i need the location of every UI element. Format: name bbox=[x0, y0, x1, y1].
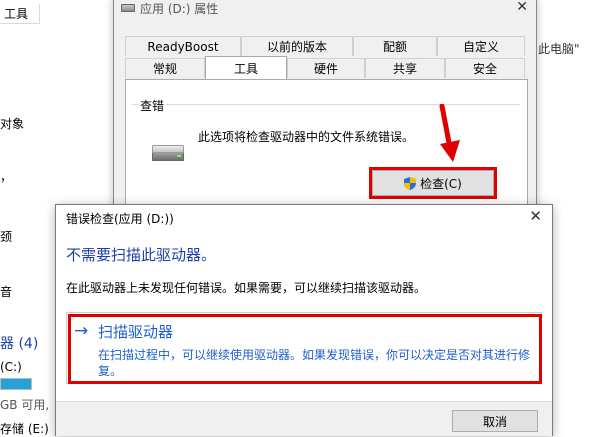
close-icon[interactable]: ✕ bbox=[529, 207, 542, 225]
tools-panel bbox=[125, 79, 528, 219]
cancel-button[interactable]: 取消 bbox=[452, 410, 538, 432]
group-label-error-checking: 查错 bbox=[138, 97, 167, 114]
nav-drives-header[interactable]: 器 (4) bbox=[0, 333, 38, 353]
dialog-message: 在此驱动器上未发现任何错误。如果需要，可以继续扫描该驱动器。 bbox=[66, 281, 427, 295]
dialog-title: 错误检查(应用 (D:)) bbox=[66, 212, 174, 226]
nav-drive-c-free: GB 可用, bbox=[0, 398, 50, 412]
dialog-heading: 不需要扫描此驱动器。 bbox=[66, 246, 217, 264]
hard-drive-icon bbox=[152, 145, 184, 161]
scan-drive-description: 在扫描过程中，可以继续使用驱动器。如果发现错误，你可以决定是否对其进行修复。 bbox=[98, 348, 531, 378]
scan-drive-title[interactable]: 扫描驱动器 bbox=[98, 321, 173, 342]
check-button-label: 检查(C) bbox=[420, 176, 462, 191]
nav-drive-c[interactable]: (C:) bbox=[0, 360, 22, 374]
tab-row-top: ReadyBoost 以前的版本 配额 自定义 bbox=[125, 36, 525, 56]
nav-fragment-1: ， bbox=[0, 170, 13, 184]
error-check-dialog: 错误检查(应用 (D:)) ✕ 不需要扫描此驱动器。 在此驱动器上未发现任何错误… bbox=[55, 204, 553, 436]
tab-security[interactable]: 安全 bbox=[445, 58, 525, 78]
red-arrow-icon bbox=[439, 104, 460, 162]
dialog-footer: 取消 bbox=[56, 401, 552, 436]
nav-item-objects[interactable]: 对象 bbox=[0, 115, 24, 132]
tab-hardware[interactable]: 硬件 bbox=[287, 58, 365, 78]
tab-previous-versions[interactable]: 以前的版本 bbox=[241, 36, 353, 56]
explorer-path-fragment: 此电脑" bbox=[538, 42, 580, 56]
tab-tools[interactable]: 工具 bbox=[205, 56, 287, 80]
drive-c-usage-fill bbox=[1, 379, 31, 389]
explorer-tab-tools[interactable]: 工具 bbox=[0, 4, 40, 24]
error-check-description: 此选项将检查驱动器中的文件系统错误。 bbox=[198, 130, 415, 144]
properties-window: 应用 (D:) 属性 ✕ ReadyBoost 以前的版本 配额 自定义 常规 … bbox=[113, 0, 537, 219]
nav-fragment-2: 颈 bbox=[0, 230, 13, 244]
drive-c-usage-bar bbox=[0, 378, 32, 390]
close-icon[interactable]: ✕ bbox=[516, 0, 528, 15]
tab-sharing[interactable]: 共享 bbox=[365, 58, 445, 78]
tab-general[interactable]: 常规 bbox=[125, 58, 205, 78]
arrow-right-icon: → bbox=[74, 321, 89, 341]
nav-fragment-3: 音 bbox=[0, 285, 13, 299]
nav-drive-e[interactable]: 存储 (E:) bbox=[0, 420, 49, 437]
tab-row-bottom: 常规 工具 硬件 共享 安全 bbox=[125, 56, 525, 80]
drive-icon bbox=[121, 4, 135, 12]
tab-readyboost[interactable]: ReadyBoost bbox=[125, 36, 241, 56]
tab-customize[interactable]: 自定义 bbox=[437, 36, 525, 56]
properties-title: 应用 (D:) 属性 bbox=[140, 2, 219, 16]
tab-quota[interactable]: 配额 bbox=[353, 36, 437, 56]
check-button[interactable]: 检查(C) bbox=[369, 167, 497, 199]
shield-icon bbox=[404, 176, 417, 190]
